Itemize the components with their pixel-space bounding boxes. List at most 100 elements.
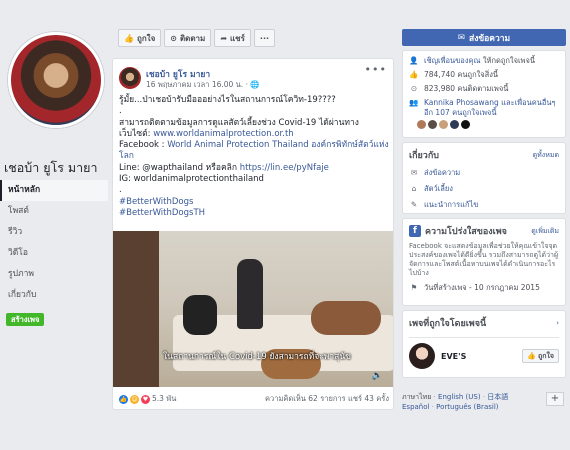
invite-friends-link[interactable]: เชิญเพื่อนของคุณ xyxy=(424,56,480,65)
language-link[interactable]: Português (Brasil) xyxy=(436,403,498,411)
post-author-avatar[interactable] xyxy=(119,67,141,89)
transparency-title: ความโปร่งใสของเพจ xyxy=(425,227,507,237)
speaker-icon[interactable]: 🔈 xyxy=(372,371,383,381)
about-see-all-link[interactable]: ดูทั้งหมด xyxy=(533,150,559,161)
reactions-count: 5.3 พัน xyxy=(152,394,177,403)
about-category-link[interactable]: สัตว์เลี้ยง xyxy=(424,184,453,194)
love-reaction-icon: ♥ xyxy=(141,394,150,404)
line-link[interactable]: https://lin.ee/pyNfaje xyxy=(240,163,329,173)
messenger-icon: ✉ xyxy=(457,32,466,43)
create-page-button[interactable]: สร้างเพจ xyxy=(6,313,45,326)
liked-page-name[interactable]: EVE'S xyxy=(441,352,466,361)
video-caption: ในสถานการณ์ใน Covid-19 ยังสามารถที่จะพาส… xyxy=(163,352,351,362)
post-video[interactable]: ในสถานการณ์ใน Covid-19 ยังสามารถที่จะพาส… xyxy=(113,231,393,387)
post-text-line: . xyxy=(119,185,122,196)
about-item: ✎ แนะนำการแก้ไข xyxy=(403,200,565,210)
share-icon: ➦ xyxy=(220,33,228,43)
hashtag-link[interactable]: #BetterWithDogs xyxy=(119,197,193,207)
post-timestamp[interactable]: 16 พฤษภาคม เวลา 16.00 น. · 🌐 xyxy=(146,79,260,91)
likes-count: 784,740 คนถูกใจสิ่งนี้ xyxy=(424,70,499,79)
rss-icon: ⊙ xyxy=(170,33,177,43)
facebook-logo-icon: f xyxy=(409,225,421,237)
liked-page-avatar[interactable] xyxy=(409,343,435,369)
liked-page-like-button[interactable]: 👍 ถูกใจ xyxy=(522,349,559,363)
like-page-button[interactable]: 👍 ถูกใจ xyxy=(118,29,162,47)
language-link[interactable]: 日本語 xyxy=(487,393,508,401)
comments-shares-stats[interactable]: ความคิดเห็น 62 รายการ แชร์ 43 ครั้ง xyxy=(265,393,389,405)
post-text-line: . xyxy=(119,106,122,117)
follow-icon: ⊙ xyxy=(410,84,418,93)
post-options-icon[interactable]: ••• xyxy=(365,63,387,76)
follows-count: 823,980 คนติดตามเพจนี้ xyxy=(424,84,509,93)
left-nav: หน้าหลัก โพสต์ รีวิว วิดีโอ รูปภาพ เกี่ย… xyxy=(0,180,108,327)
line-label: Line: @wapthailand หรือคลิก xyxy=(119,162,240,173)
share-page-button[interactable]: ➦ แชร์ xyxy=(214,29,251,47)
website-link[interactable]: www.worldanimalprotection.or.th xyxy=(153,129,293,139)
video-person xyxy=(237,259,263,329)
video-dog-brown xyxy=(311,301,381,335)
about-message-link[interactable]: ส่งข้อความ xyxy=(424,168,460,178)
post-text-line: #BetterWithDogs xyxy=(119,197,391,208)
invite-tail: ให้กดถูกใจเพจนี้ xyxy=(480,56,536,65)
friends-like-row: 👥 Kannika Phosawang และเพื่อนคนอื่นๆ อีก… xyxy=(403,98,565,118)
post-footer: 👍 ☺ ♥ 5.3 พัน ความคิดเห็น 62 รายการ แชร์… xyxy=(119,392,389,406)
created-date: วันที่สร้างเพจ - 10 กรกฎาคม 2015 xyxy=(424,283,540,292)
nav-item-about[interactable]: เกี่ยวกับ xyxy=(0,285,108,306)
page-actions-bar: 👍 ถูกใจ ⊙ ติดตาม ➦ แชร์ ··· xyxy=(118,29,276,47)
like-page-label: ถูกใจ xyxy=(136,33,156,43)
suggest-edit-link[interactable]: แนะนำการแก้ไข xyxy=(424,200,478,210)
divider xyxy=(409,337,559,338)
post-text-line: #BetterWithDogsTH xyxy=(119,208,391,219)
language-link[interactable]: Español xyxy=(402,403,429,411)
language-selector: ภาษาไทย · English (US) · 日本語 Español · P… xyxy=(402,393,509,411)
follow-page-label: ติดตาม xyxy=(179,33,206,43)
friend-avatar[interactable] xyxy=(417,120,426,129)
send-message-button[interactable]: ✉ ส่งข้อความ xyxy=(402,29,566,46)
reactions-summary[interactable]: 👍 ☺ ♥ 5.3 พัน xyxy=(119,393,176,405)
created-date-row: ⚑ วันที่สร้างเพจ - 10 กรกฎาคม 2015 xyxy=(403,283,565,293)
follow-page-button[interactable]: ⊙ ติดตาม xyxy=(164,29,212,47)
friend-avatar[interactable] xyxy=(439,120,448,129)
friends-like-text[interactable]: Kannika Phosawang และเพื่อนคนอื่นๆ อีก 1… xyxy=(424,98,559,118)
facebook-page-link-cont[interactable]: โลก xyxy=(119,151,134,161)
nav-item-posts[interactable]: โพสต์ xyxy=(0,201,108,222)
liked-pages-title: เพจที่ถูกใจโดยเพจนี้ xyxy=(409,319,487,329)
thumbs-up-icon: 👍 xyxy=(527,352,536,360)
current-language: ภาษาไทย xyxy=(402,393,432,401)
nav-item-reviews[interactable]: รีวิว xyxy=(0,222,108,243)
video-dog-black xyxy=(183,295,217,335)
more-languages-button[interactable]: + xyxy=(546,392,564,406)
liked-page-item: EVE'S 👍 ถูกใจ xyxy=(403,341,565,371)
chevron-right-icon[interactable]: › xyxy=(556,319,559,327)
hashtag-link[interactable]: #BetterWithDogsTH xyxy=(119,208,205,218)
post-text-line: IG: worldanimalprotectionthailand xyxy=(119,174,264,185)
thumbs-up-icon: 👍 xyxy=(409,70,419,79)
facebook-page-link[interactable]: World Animal Protection Thailand องค์กรพ… xyxy=(167,140,388,150)
liked-pages-title-row: เพจที่ถูกใจโดยเพจนี้ › xyxy=(403,311,565,334)
share-page-label: แชร์ xyxy=(230,33,245,43)
friend-avatar[interactable] xyxy=(450,120,459,129)
nav-item-home[interactable]: หน้าหลัก xyxy=(0,180,108,201)
video-bookshelf xyxy=(113,231,159,387)
nav-item-videos[interactable]: วิดีโอ xyxy=(0,243,108,264)
nav-item-photos[interactable]: รูปภาพ xyxy=(0,264,108,285)
post-text-line: Line: @wapthailand หรือคลิก https://lin.… xyxy=(119,163,391,174)
friend-avatar[interactable] xyxy=(428,120,437,129)
post-card: เชอบ้า ยูโร มายา 16 พฤษภาคม เวลา 16.00 น… xyxy=(112,58,394,410)
post-text-line: สามารถติดตามข้อมูลการดูแลสัตว์เลี้ยงช่วง… xyxy=(119,117,359,128)
page-name[interactable]: เชอบ้า ยูโร มายา xyxy=(4,158,98,178)
about-title-row: เกี่ยวกับ ดูทั้งหมด xyxy=(403,143,565,166)
pencil-icon: ✎ xyxy=(410,200,418,209)
post-text-line: โลก xyxy=(119,151,391,162)
language-link[interactable]: English (US) xyxy=(438,393,481,401)
post-text-line: รู้มั้ย...ป่าเชอบ้ารับมือออย่างไรในสถานก… xyxy=(119,95,336,105)
messenger-icon: ✉ xyxy=(410,168,418,177)
transparency-see-more-link[interactable]: ดูเพิ่มเติม xyxy=(531,226,559,237)
post-text-line: เว็บไซต์: www.worldanimalprotection.or.t… xyxy=(119,129,391,140)
friend-avatar[interactable] xyxy=(461,120,470,129)
like-reaction-icon: 👍 xyxy=(119,394,128,404)
profile-picture[interactable] xyxy=(8,32,104,128)
about-card: เกี่ยวกับ ดูทั้งหมด ✉ ส่งข้อความ ⌂ สัตว์… xyxy=(402,142,566,214)
about-item: ✉ ส่งข้อความ xyxy=(403,168,565,178)
more-actions-button[interactable]: ··· xyxy=(253,29,276,47)
